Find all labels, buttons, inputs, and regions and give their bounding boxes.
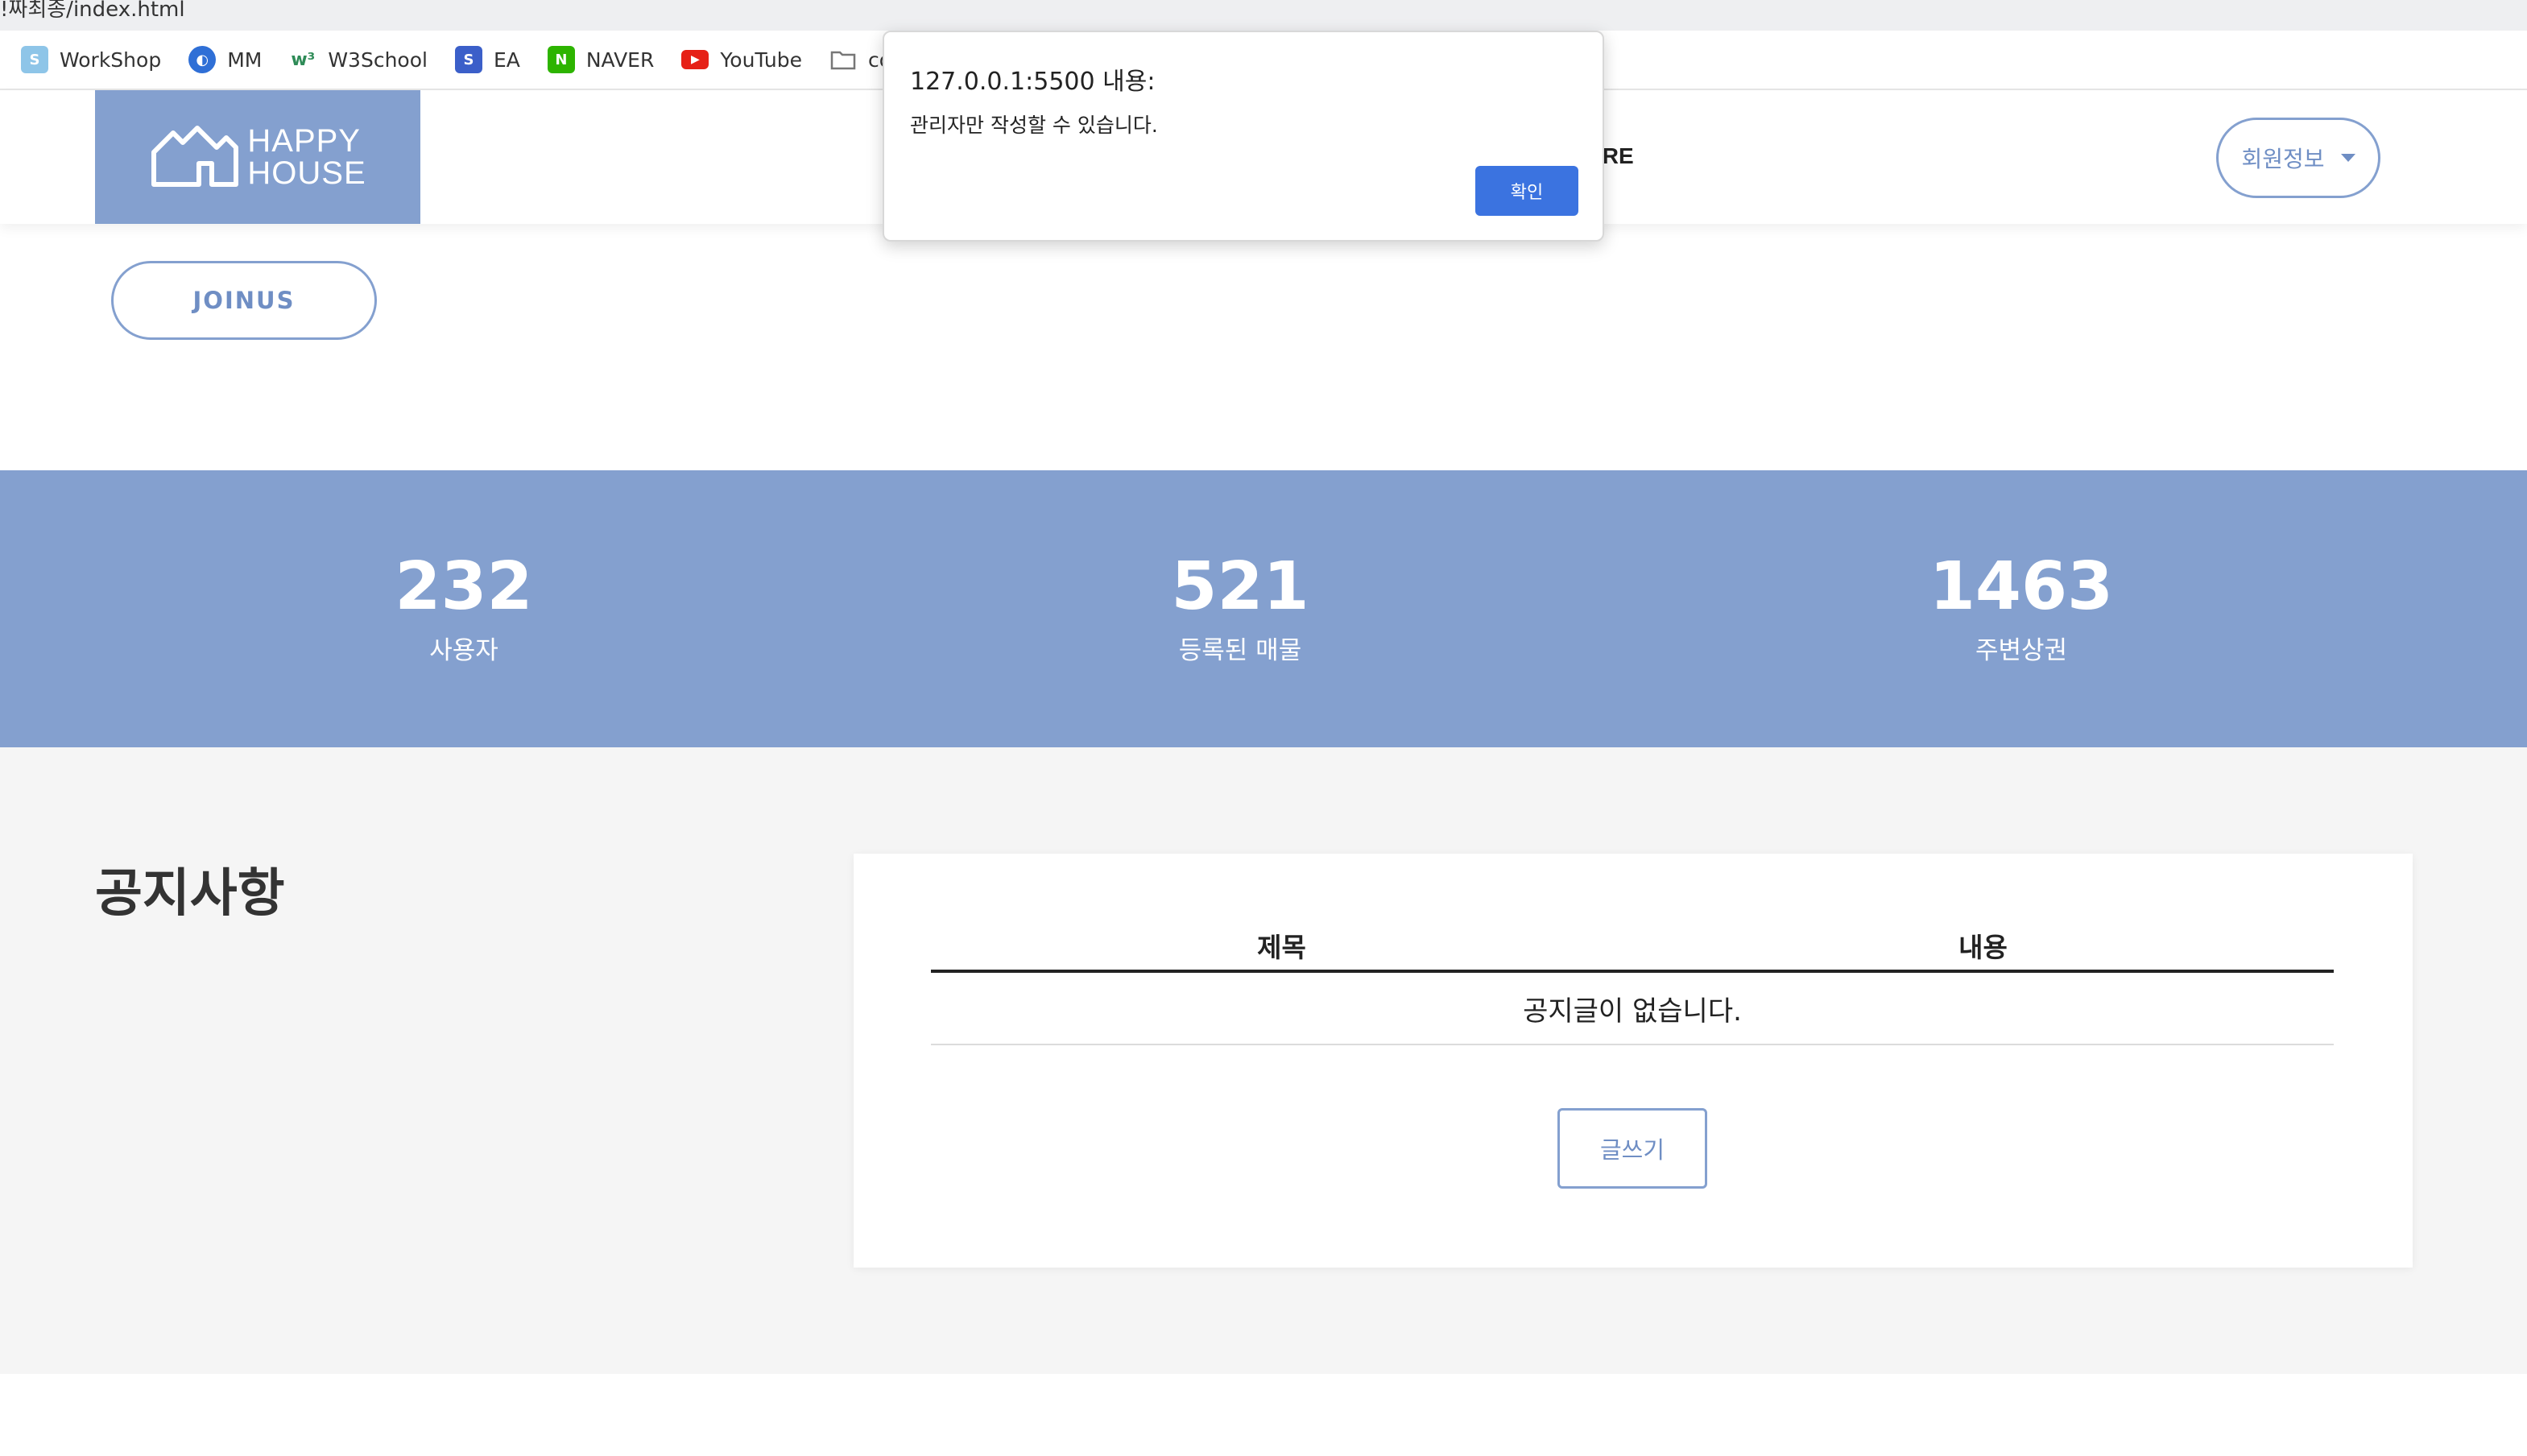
write-button[interactable]: 글쓰기: [1557, 1108, 1707, 1189]
dialog-ok-button[interactable]: 확인: [1475, 166, 1578, 216]
dialog-title: 127.0.0.1:5500 내용:: [910, 68, 1156, 96]
column-header-content: 내용: [1958, 932, 2008, 963]
logo-wordmark: HAPPY HOUSE: [247, 125, 366, 189]
notice-title: 공지사항: [95, 864, 285, 924]
member-info-label: 회원정보: [2241, 146, 2325, 172]
bookmark-label: WorkShop: [60, 48, 162, 72]
table-row-empty: 공지글이 없습니다.: [931, 973, 2334, 1045]
folder-icon: [829, 46, 857, 73]
dialog-message: 관리자만 작성할 수 있습니다.: [910, 114, 1158, 137]
w3school-icon: w³: [291, 49, 316, 70]
notice-section: 공지사항 제목 내용 공지글이 없습니다. 글쓰기: [0, 747, 2527, 1374]
stat-label: 사용자: [429, 636, 498, 665]
bookmark-ea[interactable]: S EA: [454, 46, 520, 73]
joinus-button[interactable]: JOINUS: [111, 261, 377, 340]
youtube-icon: ▶: [681, 50, 709, 69]
mm-icon: ◐: [188, 46, 217, 73]
stat-users: 232 사용자: [263, 551, 665, 666]
house-logo-icon: [149, 123, 239, 191]
url-text: !짜최종/index.html: [0, 0, 185, 22]
bookmark-naver[interactable]: N NAVER: [547, 46, 655, 73]
bookmark-label: NAVER: [585, 48, 655, 72]
workshop-icon: S: [21, 46, 48, 73]
address-bar[interactable]: !짜최종/index.html: [0, 0, 2527, 31]
notice-table-header: 제목 내용: [931, 926, 2334, 973]
stat-value: 521: [1171, 548, 1309, 625]
bookmark-youtube[interactable]: ▶ YouTube: [681, 48, 802, 72]
bookmark-label: EA: [493, 48, 520, 72]
member-info-dropdown[interactable]: 회원정보: [2216, 118, 2380, 198]
stat-value: 1463: [1929, 548, 2114, 625]
bookmark-label: YouTube: [720, 48, 803, 72]
bookmark-workshop[interactable]: S WorkShop: [21, 46, 161, 73]
logo-line-1: HAPPY: [247, 123, 361, 159]
naver-icon: N: [547, 46, 575, 73]
stat-commercial: 1463 주변상권: [1820, 551, 2223, 666]
site-logo[interactable]: HAPPY HOUSE: [95, 90, 420, 224]
logo-line-2: HOUSE: [247, 155, 366, 191]
stat-label: 주변상권: [1975, 636, 2068, 665]
empty-message: 공지글이 없습니다.: [1523, 995, 1742, 1028]
bookmark-mm[interactable]: ◐ MM: [188, 46, 262, 73]
alert-dialog: 127.0.0.1:5500 내용: 관리자만 작성할 수 있습니다. 확인: [883, 31, 1604, 242]
stat-label: 등록된 매물: [1178, 636, 1302, 665]
ea-icon: S: [454, 46, 482, 73]
column-header-title: 제목: [1257, 932, 1306, 963]
bookmark-label: MM: [227, 48, 263, 72]
caret-down-icon: [2340, 154, 2355, 162]
stat-value: 232: [395, 548, 533, 625]
notice-card: 제목 내용 공지글이 없습니다. 글쓰기: [854, 854, 2413, 1268]
stat-listings: 521 등록된 매물: [1039, 551, 1441, 666]
bookmark-label: W3School: [328, 48, 428, 72]
stats-banner: 232 사용자 521 등록된 매물 1463 주변상권: [0, 470, 2527, 747]
bookmark-w3school[interactable]: w³ W3School: [289, 46, 428, 73]
